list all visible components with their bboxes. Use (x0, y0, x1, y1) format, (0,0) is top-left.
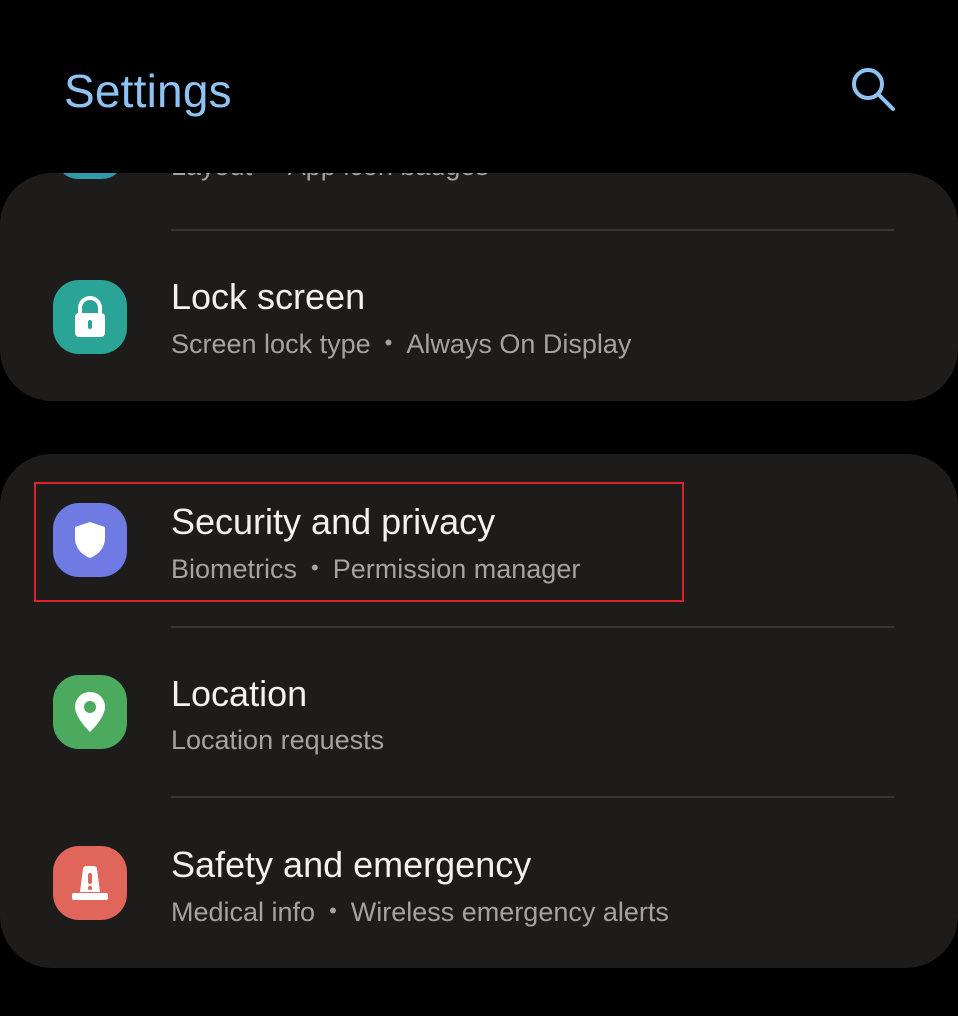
settings-item-subtitle: Medical info • Wireless emergency alerts (171, 897, 669, 927)
page-title: Settings (64, 65, 232, 117)
settings-item-title: Location (171, 673, 308, 714)
home-screen-icon (56, 173, 124, 179)
search-button[interactable] (844, 60, 902, 118)
siren-icon (53, 846, 127, 920)
divider (171, 796, 894, 798)
settings-item-subtitle: Screen lock type • Always On Display (171, 329, 632, 359)
divider (171, 626, 894, 628)
settings-item-home-screen-partial[interactable]: Layout•App icon badges (0, 173, 958, 187)
settings-card-top: Layout•App icon badges Lock screen Scree… (0, 173, 958, 401)
lock-icon (53, 280, 127, 354)
settings-item-lock-screen[interactable]: Lock screen Screen lock type • Always On D… (0, 263, 958, 383)
location-pin-icon (53, 675, 127, 749)
settings-item-title: Lock screen (171, 276, 366, 317)
search-icon (852, 68, 895, 111)
settings-item-subtitle: Layout•App icon badges (171, 173, 489, 182)
highlight-annotation (34, 482, 684, 602)
settings-item-safety-and-emergency[interactable]: Safety and emergency Medical info • Wirele… (0, 835, 958, 955)
settings-item-title: Safety and emergency (171, 844, 532, 885)
settings-item-subtitle: Location requests (171, 725, 385, 755)
settings-item-location[interactable]: Location Location requests (0, 664, 958, 784)
divider (171, 229, 894, 231)
